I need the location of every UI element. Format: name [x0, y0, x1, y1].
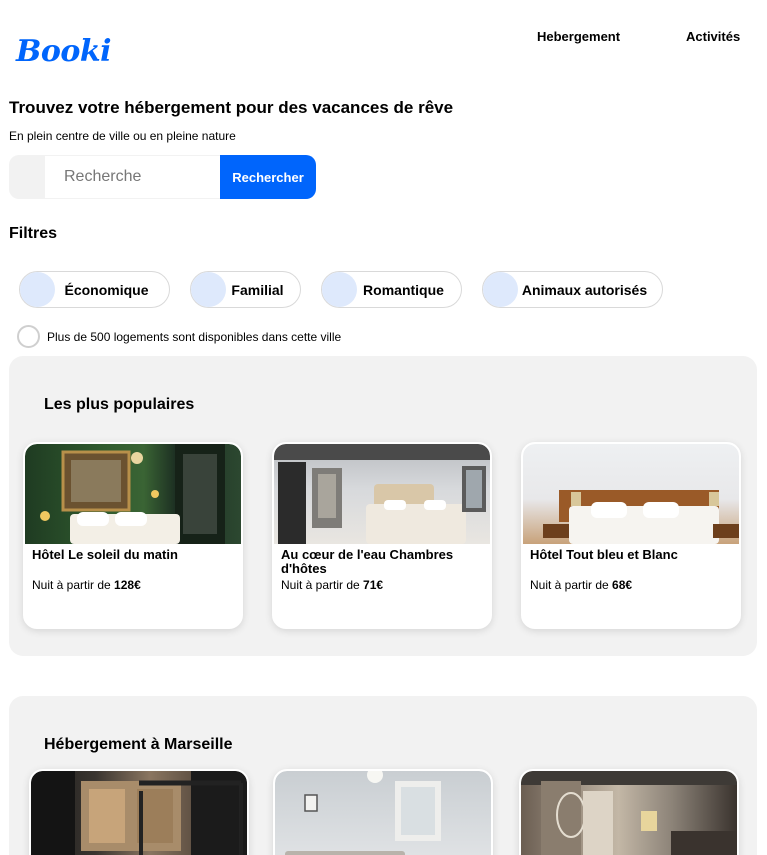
- hotel-price: Nuit à partir de 128€: [32, 578, 141, 592]
- hotel-price: Nuit à partir de 68€: [530, 578, 633, 592]
- hotel-photo: [274, 444, 490, 544]
- page-title: Trouvez votre hébergement pour des vacan…: [9, 98, 454, 117]
- hotel-price: Nuit à partir de 71€: [281, 578, 384, 592]
- search-button[interactable]: Rechercher: [220, 155, 316, 199]
- hotel-image: [521, 771, 737, 855]
- hotel-image: [275, 771, 491, 855]
- search-input[interactable]: [45, 155, 220, 199]
- hotel-name: Hôtel Tout bleu et Blanc: [530, 547, 678, 562]
- hotel-image: [31, 771, 247, 855]
- nav-hebergement[interactable]: Hebergement: [537, 29, 620, 44]
- booki-logo[interactable]: Booki: [16, 34, 112, 69]
- filter-label: Familial: [231, 281, 284, 298]
- filter-label: Romantique: [363, 281, 444, 298]
- popular-title: Les plus populaires: [44, 396, 195, 413]
- hotel-photo: [543, 490, 739, 544]
- hotel-card[interactable]: [29, 769, 249, 855]
- hotel-photo: [285, 771, 441, 855]
- filter-label: Animaux autorisés: [521, 281, 648, 298]
- hotel-photo: [521, 771, 737, 855]
- hotel-image: [274, 444, 490, 544]
- hotel-card[interactable]: Hôtel Tout bleu et Blanc Nuit à partir d…: [521, 442, 741, 629]
- filter-label: Économique: [64, 281, 149, 298]
- hotel-card[interactable]: Hôtel Le soleil du matin Nuit à partir d…: [23, 442, 243, 629]
- filter-chip-economique[interactable]: Économique: [19, 271, 170, 308]
- availability-info: Plus de 500 logements sont disponibles d…: [17, 325, 341, 348]
- filter-chip-familial[interactable]: Familial: [190, 271, 301, 308]
- hotel-image: [25, 444, 241, 544]
- popular-section: Les plus populaires Hôtel Le soleil du m…: [9, 356, 757, 656]
- hotel-photo: [40, 444, 225, 544]
- search-icon-area: [9, 155, 45, 199]
- info-icon: [17, 325, 40, 348]
- filter-chip-animaux[interactable]: Animaux autorisés: [482, 271, 663, 308]
- page-subtitle: En plein centre de ville ou en pleine na…: [9, 129, 236, 143]
- availability-text: Plus de 500 logements sont disponibles d…: [47, 329, 342, 344]
- hotel-card[interactable]: [273, 769, 493, 855]
- hotel-name: Au cœur de l'eau Chambres d'hôtes: [281, 547, 454, 576]
- hotel-image: [523, 444, 739, 544]
- marseille-title: Hébergement à Marseille: [44, 736, 233, 753]
- filter-chip-romantique[interactable]: Romantique: [321, 271, 462, 308]
- filters-title: Filtres: [9, 225, 58, 242]
- search-bar: Recherche r: [9, 155, 316, 199]
- marseille-section: Hébergement à Marseille: [9, 696, 757, 855]
- hotel-card[interactable]: [519, 769, 739, 855]
- nav-activites[interactable]: Activités: [686, 29, 740, 44]
- hotel-name: Hôtel Le soleil du matin: [32, 547, 178, 562]
- hotel-card[interactable]: Au cœur de l'eau Chambres d'hôtes Nuit à…: [272, 442, 492, 629]
- hotel-photo: [31, 771, 247, 855]
